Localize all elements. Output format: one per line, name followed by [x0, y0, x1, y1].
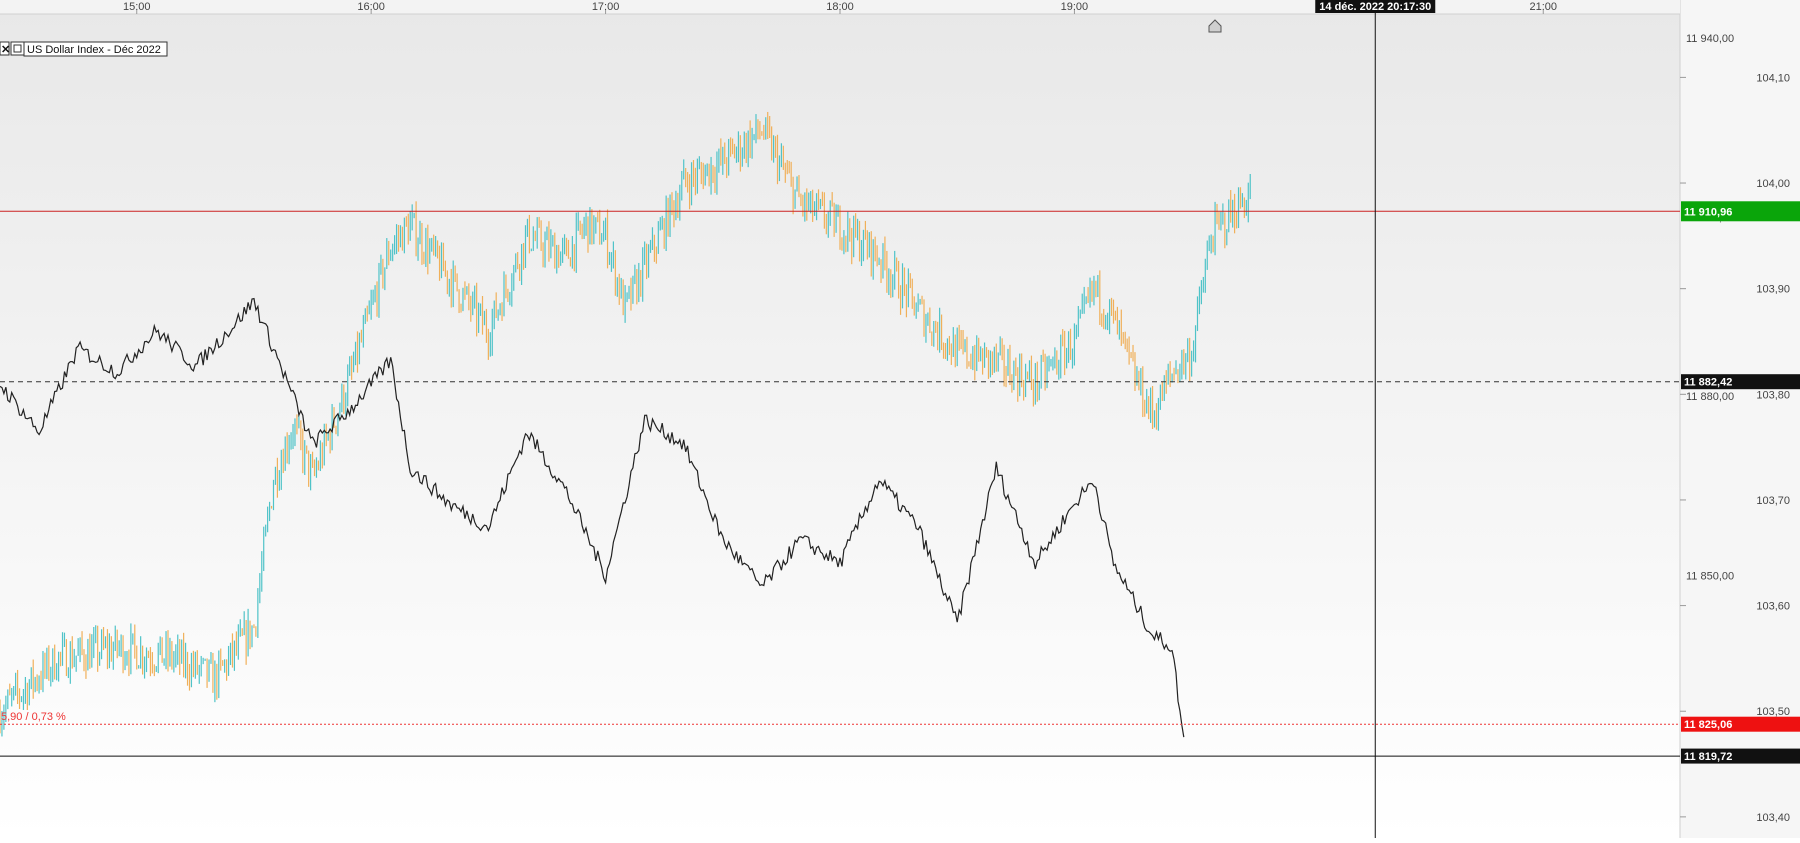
left-axis-tick-label: 103,90: [1756, 284, 1790, 296]
left-axis-tick-label: 104,00: [1756, 178, 1790, 190]
time-tick-label: 15:00: [123, 1, 151, 13]
maximize-icon[interactable]: [10, 41, 25, 56]
instrument-label: US Dollar Index - Déc 2022: [27, 44, 161, 56]
time-tick-label: 16:00: [357, 1, 385, 13]
level-annotation: 5,90 / 0,73 %: [1, 711, 66, 723]
price-chart[interactable]: 15:00 16:00 17:00 18:00 19:00 21:00 5,90 / 0,…: [0, 0, 1800, 838]
close-icon[interactable]: ✕: [1, 44, 10, 56]
price-badge-label: 11 910,96: [1684, 206, 1732, 218]
time-tick-label: 17:00: [592, 1, 620, 13]
price-badge-label: 11 819,72: [1684, 751, 1732, 763]
price-badge-label: 11 882,42: [1684, 377, 1732, 389]
right-axis-tick-label: 11 850,00: [1686, 570, 1734, 582]
chart-root: 15:00 16:00 17:00 18:00 19:00 21:00 5,90 / 0,…: [0, 0, 1800, 838]
left-axis-tick-label: 103,40: [1756, 812, 1790, 824]
time-tick-label: 21:00: [1529, 1, 1557, 13]
crosshair-datetime: 14 déc. 2022 20:17:30: [1319, 1, 1431, 13]
time-tick-label: 18:00: [826, 1, 854, 13]
time-tick-label: 19:00: [1061, 1, 1089, 13]
price-badge-label: 11 825,06: [1684, 719, 1732, 731]
left-axis-tick-label: 104,10: [1756, 72, 1790, 84]
left-axis-tick-label: 103,70: [1756, 495, 1790, 507]
right-axis-tick-label: 11 880,00: [1686, 391, 1734, 403]
instrument-legend[interactable]: ✕ US Dollar Index - Déc 2022: [0, 41, 168, 57]
right-axis-tick-label: 11 940,00: [1686, 33, 1734, 45]
left-axis-tick-label: 103,50: [1756, 706, 1790, 718]
left-axis-tick-label: 103,80: [1756, 389, 1790, 401]
left-axis-tick-label: 103,60: [1756, 601, 1790, 613]
plot-background: [0, 0, 1680, 838]
